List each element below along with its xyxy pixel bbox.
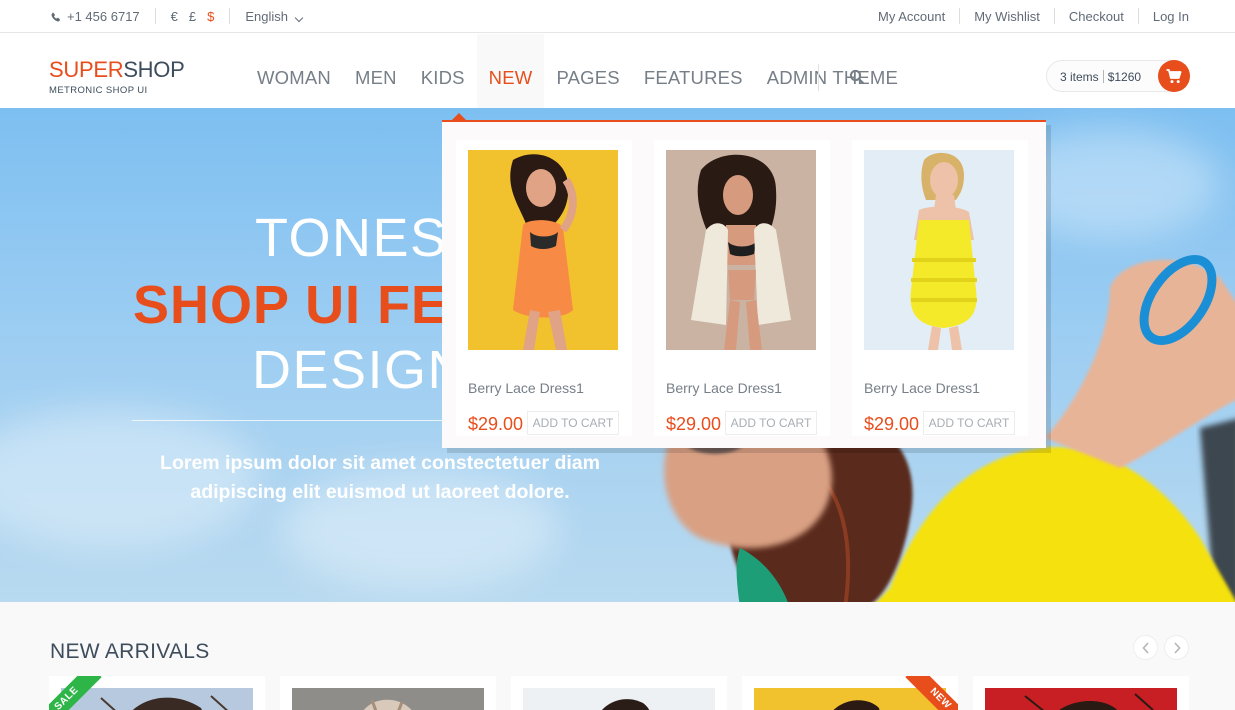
hero-title-line-2: SHOP UI FEA (133, 275, 489, 335)
new-ribbon: NEW (898, 676, 958, 710)
logo-text: SUPERSHOP (49, 57, 185, 82)
top-bar-links: My Account My Wishlist Checkout Log In (878, 0, 1189, 32)
dropdown-caret-icon (452, 113, 466, 120)
dropdown-product-card[interactable]: Berry Lace Dress1 $29.00 ADD TO CART (852, 140, 1028, 436)
divider (1137, 8, 1139, 24)
product-name[interactable]: Berry Lace Dress1 (468, 380, 584, 396)
chevron-left-icon (1142, 642, 1149, 654)
new-products-dropdown: Berry Lace Dress1 $29.00 ADD TO CART Ber… (442, 120, 1046, 448)
add-to-cart-button[interactable]: ADD TO CART (725, 411, 817, 435)
add-to-cart-button[interactable]: ADD TO CART (923, 411, 1015, 435)
phone-icon (50, 11, 61, 22)
logo-part-dark: SHOP (123, 57, 185, 82)
logo-tagline: METRONIC SHOP UI (49, 85, 148, 96)
product-card[interactable] (511, 676, 727, 710)
nav-item-woman[interactable]: WOMAN (245, 34, 343, 108)
product-image[interactable] (985, 688, 1177, 710)
hero-divider (132, 420, 482, 421)
nav-item-men[interactable]: MEN (343, 34, 409, 108)
site-header: SUPERSHOP METRONIC SHOP UI WOMAN MEN KID… (0, 34, 1235, 108)
product-name[interactable]: Berry Lace Dress1 (864, 380, 980, 396)
nav-item-new[interactable]: NEW (476, 34, 545, 108)
language-select[interactable]: English (245, 8, 304, 24)
hero-subtitle: Lorem ipsum dolor sit amet constectetuer… (160, 452, 600, 503)
cart-widget[interactable]: 3 items $1260 (1046, 60, 1190, 92)
carousel-prev-button[interactable] (1133, 635, 1158, 660)
add-to-cart-button[interactable]: ADD TO CART (527, 411, 619, 435)
top-bar-left: +1 456 6717 € £ $ English (50, 0, 304, 32)
new-arrivals-section: NEW ARRIVALS SALE NEW (0, 602, 1235, 710)
product-image[interactable] (523, 688, 715, 710)
divider (1053, 8, 1055, 24)
nav-item-admin-theme[interactable]: ADMIN THEME (755, 34, 910, 108)
divider (959, 8, 961, 24)
logo-part-red: SUPER (49, 57, 124, 82)
divider (154, 8, 156, 24)
product-price: $29.00 (468, 414, 524, 434)
search-icon[interactable] (849, 69, 865, 85)
chevron-right-icon (1174, 642, 1181, 654)
product-name[interactable]: Berry Lace Dress1 (666, 380, 782, 396)
product-card[interactable] (280, 676, 496, 710)
product-image[interactable] (864, 150, 1014, 350)
new-label: NEW (905, 676, 958, 710)
product-card[interactable]: SALE (49, 676, 265, 710)
nav-item-features[interactable]: FEATURES (632, 34, 755, 108)
sale-label: SALE (49, 676, 102, 710)
main-nav: WOMAN MEN KIDS NEW PAGES FEATURES ADMIN … (245, 34, 910, 108)
product-price: $29.00 (864, 414, 920, 434)
product-card[interactable]: NEW (742, 676, 958, 710)
checkout-link[interactable]: Checkout (1069, 9, 1124, 24)
login-link[interactable]: Log In (1153, 9, 1189, 24)
divider (229, 8, 231, 24)
sale-ribbon: SALE (49, 676, 109, 710)
currency-dollar[interactable]: $ (207, 9, 214, 24)
product-image[interactable] (292, 688, 484, 710)
dropdown-product-card[interactable]: Berry Lace Dress1 $29.00 ADD TO CART (456, 140, 632, 436)
cart-summary: 3 items $1260 (1060, 70, 1141, 84)
hero-title-line-1: TONES (255, 208, 448, 268)
chevron-down-icon (294, 13, 304, 22)
phone-number: +1 456 6717 (67, 8, 140, 24)
logo[interactable]: SUPERSHOP METRONIC SHOP UI (49, 57, 185, 97)
cart-items-count: 3 items (1060, 70, 1099, 84)
product-price: $29.00 (666, 414, 722, 434)
dropdown-product-card[interactable]: Berry Lace Dress1 $29.00 ADD TO CART (654, 140, 830, 436)
cart-total: $1260 (1107, 70, 1142, 84)
language-label: English (245, 8, 288, 24)
shopping-cart-icon (1166, 69, 1182, 84)
currency-pound[interactable]: £ (189, 9, 196, 24)
product-card[interactable] (973, 676, 1189, 710)
carousel-next-button[interactable] (1164, 635, 1189, 660)
nav-item-kids[interactable]: KIDS (409, 34, 477, 108)
hero-title-line-3: DESIGN (252, 340, 469, 400)
section-title: NEW ARRIVALS (50, 640, 210, 663)
product-image[interactable] (468, 150, 618, 350)
my-account-link[interactable]: My Account (878, 9, 945, 24)
divider (1102, 70, 1104, 83)
divider (818, 64, 819, 91)
product-image[interactable] (666, 150, 816, 350)
currency-euro[interactable]: € (171, 9, 178, 24)
top-bar: +1 456 6717 € £ $ English My Account My … (0, 0, 1235, 33)
nav-item-pages[interactable]: PAGES (544, 34, 631, 108)
cart-button[interactable] (1158, 60, 1190, 92)
my-wishlist-link[interactable]: My Wishlist (974, 9, 1040, 24)
